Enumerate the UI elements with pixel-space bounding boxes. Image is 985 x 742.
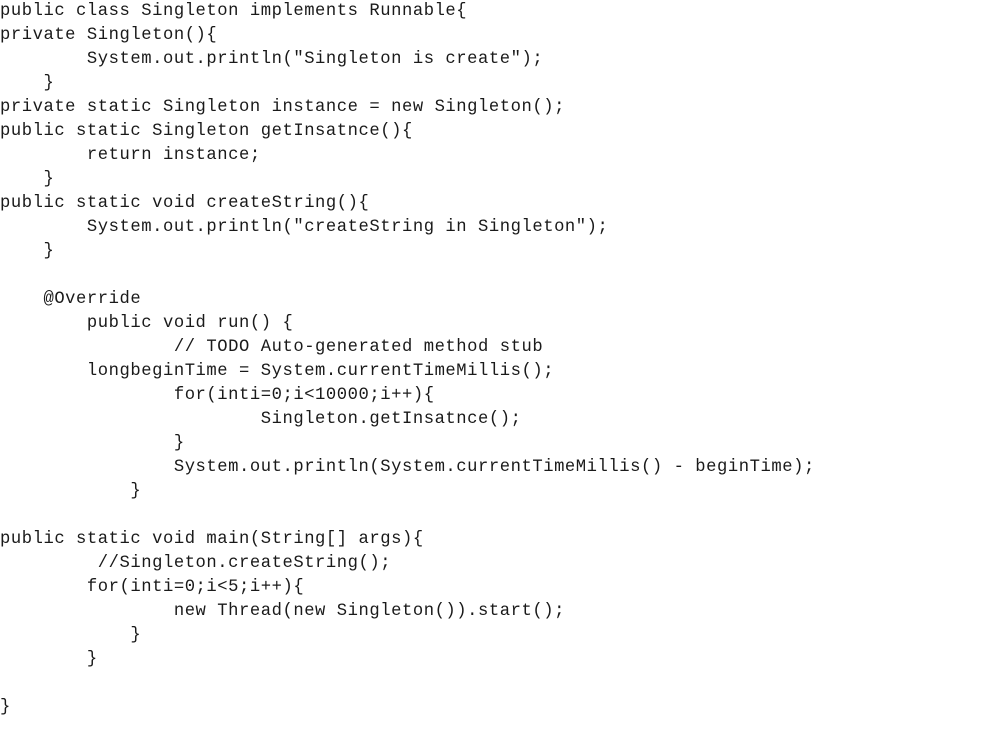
code-line: private static Singleton instance = new …: [0, 98, 565, 117]
code-line: public static void createString(){: [0, 194, 370, 213]
code-line: for(inti=0;i<10000;i++){: [0, 386, 435, 405]
code-line: public static void main(String[] args){: [0, 530, 424, 549]
code-line: public static Singleton getInsatnce(){: [0, 122, 413, 141]
code-line: // TODO Auto-generated method stub: [0, 338, 544, 357]
code-line: }: [0, 74, 55, 93]
code-line: System.out.println(System.currentTimeMil…: [0, 458, 815, 477]
code-line: System.out.println("createString in Sing…: [0, 218, 609, 237]
code-line: Singleton.getInsatnce();: [0, 410, 522, 429]
code-line: new Thread(new Singleton()).start();: [0, 602, 565, 621]
code-line: }: [0, 650, 98, 669]
code-line: System.out.println("Singleton is create"…: [0, 50, 544, 69]
code-line: }: [0, 626, 142, 645]
cut-off-text-line: [0, 730, 985, 742]
code-line: for(inti=0;i<5;i++){: [0, 578, 305, 597]
code-line: }: [0, 698, 11, 717]
code-line: return instance;: [0, 146, 261, 165]
code-line: longbeginTime = System.currentTimeMillis…: [0, 362, 555, 381]
code-line: }: [0, 242, 55, 261]
code-line: public class Singleton implements Runnab…: [0, 2, 468, 21]
cut-off-text-strip: [0, 730, 985, 742]
code-line: }: [0, 434, 185, 453]
code-line: //Singleton.createString();: [0, 554, 392, 573]
code-screenshot: public class Singleton implements Runnab…: [0, 0, 985, 742]
code-listing: public class Singleton implements Runnab…: [0, 0, 985, 720]
code-line: @Override: [0, 290, 142, 309]
code-line: private Singleton(){: [0, 26, 218, 45]
code-line: }: [0, 482, 142, 501]
code-line: }: [0, 170, 55, 189]
code-line: public void run() {: [0, 314, 294, 333]
